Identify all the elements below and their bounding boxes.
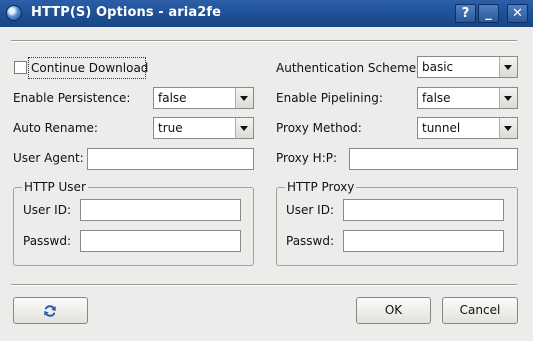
help-button[interactable]: ?	[455, 4, 476, 23]
ok-button[interactable]: OK	[356, 297, 431, 324]
title-bar[interactable]: HTTP(S) Options - aria2fe ? _ ✕	[0, 0, 533, 27]
enable-pipelining-label: Enable Pipelining:	[276, 91, 383, 105]
authentication-scheme-value: basic	[422, 60, 454, 74]
user-agent-label: User Agent:	[13, 151, 84, 165]
enable-persistence-label: Enable Persistence:	[13, 91, 131, 105]
refresh-button[interactable]	[13, 297, 88, 324]
continue-download-checkbox[interactable]	[14, 61, 27, 74]
proxy-method-label: Proxy Method:	[276, 121, 362, 135]
http-proxy-passwd-input[interactable]	[343, 230, 504, 252]
authentication-scheme-select[interactable]: basic	[417, 56, 518, 78]
http-user-passwd-input[interactable]	[80, 230, 241, 252]
enable-persistence-value: false	[158, 91, 187, 105]
chevron-down-icon[interactable]	[235, 88, 253, 108]
minimize-button[interactable]: _	[478, 4, 499, 23]
enable-pipelining-value: false	[422, 91, 451, 105]
proxy-method-select[interactable]: tunnel	[417, 117, 518, 139]
http-proxy-passwd-label: Passwd:	[286, 234, 335, 248]
dialog-window: HTTP(S) Options - aria2fe ? _ ✕ Continue…	[0, 0, 533, 341]
enable-persistence-select[interactable]: false	[153, 87, 254, 109]
chevron-down-icon[interactable]	[499, 118, 517, 138]
cancel-button[interactable]: Cancel	[442, 297, 518, 324]
proxy-method-value: tunnel	[422, 121, 461, 135]
http-proxy-user-id-input[interactable]	[343, 199, 504, 221]
http-user-passwd-label: Passwd:	[23, 234, 72, 248]
auto-rename-value: true	[158, 121, 183, 135]
http-user-id-input[interactable]	[80, 199, 241, 221]
user-agent-input[interactable]	[87, 148, 254, 170]
chevron-down-icon[interactable]	[499, 57, 517, 77]
chevron-down-icon[interactable]	[499, 88, 517, 108]
bottom-separator	[11, 284, 517, 286]
refresh-icon	[44, 305, 56, 317]
close-button[interactable]: ✕	[507, 4, 528, 23]
auto-rename-select[interactable]: true	[153, 117, 254, 139]
window-title: HTTP(S) Options - aria2fe	[31, 5, 222, 20]
proxy-host-port-input[interactable]	[349, 148, 518, 170]
authentication-scheme-label: Authentication Scheme:	[276, 61, 421, 75]
proxy-host-port-label: Proxy H:P:	[276, 151, 338, 165]
chevron-down-icon[interactable]	[235, 118, 253, 138]
http-proxy-group-title: HTTP Proxy	[285, 179, 357, 195]
top-separator	[11, 40, 517, 42]
aria2fe-app-icon	[6, 5, 22, 21]
enable-pipelining-select[interactable]: false	[417, 87, 518, 109]
http-user-group-title: HTTP User	[22, 179, 88, 195]
auto-rename-label: Auto Rename:	[13, 121, 98, 135]
http-proxy-user-id-label: User ID:	[286, 203, 334, 217]
http-user-id-label: User ID:	[23, 203, 71, 217]
continue-download-label[interactable]: Continue Download	[31, 58, 148, 78]
